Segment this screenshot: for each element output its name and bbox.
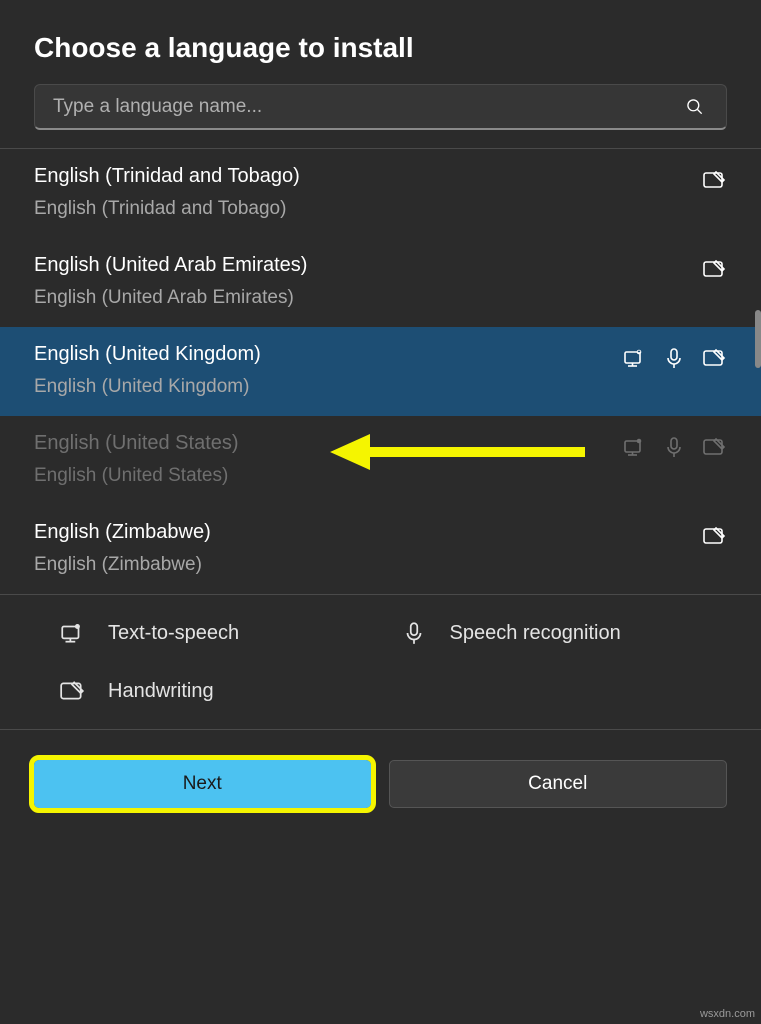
dialog-header: Choose a language to install [0, 0, 761, 84]
language-item[interactable]: English (United Arab Emirates) English (… [0, 238, 761, 327]
feature-icons [701, 521, 727, 549]
search-box[interactable] [34, 84, 727, 130]
legend-label: Speech recognition [450, 622, 621, 645]
feature-icons [621, 343, 727, 371]
legend-label: Handwriting [108, 680, 214, 703]
tts-icon [621, 345, 647, 371]
tts-icon [621, 434, 647, 460]
next-button[interactable]: Next [34, 760, 371, 808]
language-text: English (United States) English (United … [34, 432, 239, 487]
handwriting-icon [701, 434, 727, 460]
language-primary: English (Trinidad and Tobago) [34, 165, 300, 188]
feature-icons [701, 254, 727, 282]
feature-icons [621, 432, 727, 460]
watermark: wsxdn.com [700, 1008, 755, 1020]
language-secondary: English (Trinidad and Tobago) [34, 198, 300, 220]
legend-handwriting: Handwriting [58, 677, 380, 705]
language-secondary: English (United Arab Emirates) [34, 287, 307, 309]
language-text: English (United Arab Emirates) English (… [34, 254, 307, 309]
cancel-button[interactable]: Cancel [389, 760, 728, 808]
legend-tts: Text-to-speech [58, 619, 380, 647]
language-text: English (Trinidad and Tobago) English (T… [34, 165, 300, 220]
language-item[interactable]: English (Trinidad and Tobago) English (T… [0, 149, 761, 238]
language-primary: English (United Arab Emirates) [34, 254, 307, 277]
search-input[interactable] [53, 96, 682, 118]
tts-icon [58, 619, 86, 647]
feature-legend: Text-to-speech Speech recognition Handwr… [0, 594, 761, 730]
language-text: English (United Kingdom) English (United… [34, 343, 261, 398]
feature-icons [701, 165, 727, 193]
search-icon [682, 94, 708, 120]
language-primary: English (United States) [34, 432, 239, 455]
language-primary: English (United Kingdom) [34, 343, 261, 366]
legend-speech: Speech recognition [400, 619, 722, 647]
language-list: English (Trinidad and Tobago) English (T… [0, 149, 761, 594]
language-secondary: English (Zimbabwe) [34, 554, 211, 576]
speech-icon [400, 619, 428, 647]
search-container [0, 84, 761, 148]
language-secondary: English (United Kingdom) [34, 376, 261, 398]
language-primary: English (Zimbabwe) [34, 521, 211, 544]
handwriting-icon [701, 345, 727, 371]
page-title: Choose a language to install [34, 32, 727, 64]
language-secondary: English (United States) [34, 465, 239, 487]
speech-icon [661, 434, 687, 460]
language-text: English (Zimbabwe) English (Zimbabwe) [34, 521, 211, 576]
language-item[interactable]: English (Zimbabwe) English (Zimbabwe) [0, 505, 761, 594]
language-item-selected[interactable]: English (United Kingdom) English (United… [0, 327, 761, 416]
scrollbar-thumb[interactable] [755, 310, 761, 368]
handwriting-icon [701, 167, 727, 193]
handwriting-icon [58, 677, 86, 705]
handwriting-icon [701, 523, 727, 549]
legend-label: Text-to-speech [108, 622, 239, 645]
handwriting-icon [701, 256, 727, 282]
dialog-buttons: Next Cancel [0, 730, 761, 818]
speech-icon [661, 345, 687, 371]
language-item-disabled: English (United States) English (United … [0, 416, 761, 505]
